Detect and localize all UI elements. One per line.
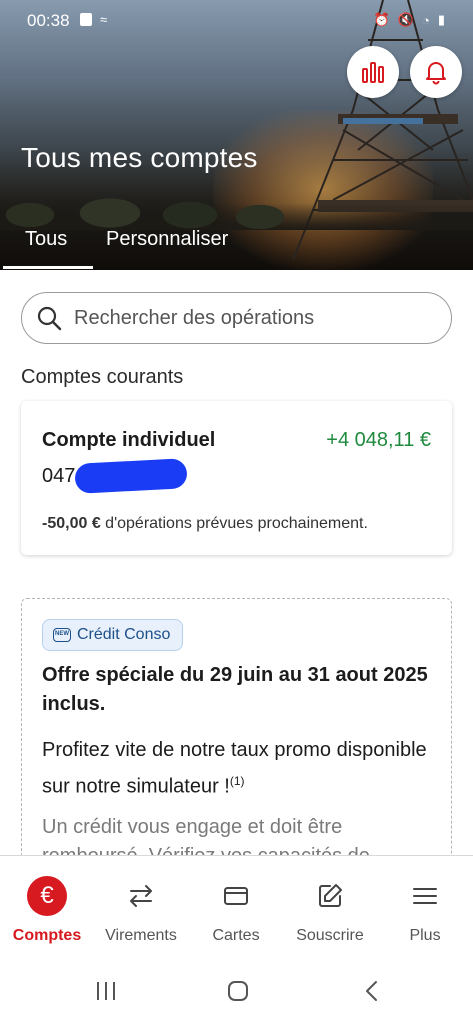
nav-label-souscrire: Souscrire bbox=[296, 927, 364, 944]
wifi-icon: ◔ bbox=[421, 12, 430, 28]
alarm-icon: ⏰ bbox=[373, 12, 390, 27]
nav-label-plus: Plus bbox=[409, 927, 441, 944]
nav-souscrire[interactable]: Souscrire bbox=[283, 856, 377, 956]
card-icon bbox=[224, 887, 248, 905]
nav-plus-icon-wrap bbox=[405, 876, 445, 916]
search-placeholder: Rechercher des opérations bbox=[74, 306, 315, 329]
stats-button[interactable] bbox=[347, 46, 399, 98]
upcoming-operations: -50,00 € d'opérations prévues prochainem… bbox=[42, 515, 368, 533]
bell-icon bbox=[426, 62, 446, 85]
menu-icon bbox=[413, 888, 437, 904]
promo-card[interactable]: NEW Crédit Conso Offre spéciale du 29 ju… bbox=[21, 598, 452, 888]
search-input[interactable]: Rechercher des opérations bbox=[21, 292, 452, 344]
account-balance: +4 048,11 € bbox=[326, 429, 431, 451]
home-icon[interactable] bbox=[226, 979, 250, 1003]
promo-badge: NEW Crédit Conso bbox=[42, 619, 184, 651]
redaction-mask bbox=[74, 458, 188, 494]
new-icon: NEW bbox=[53, 628, 71, 642]
status-bar: 00:38 ≈ ⏰ 🔇 ◔ ▮ bbox=[0, 0, 473, 40]
nav-souscrire-icon-wrap bbox=[310, 876, 350, 916]
transfer-icon bbox=[130, 885, 152, 907]
account-card[interactable]: Compte individuel +4 048,11 € 047 -50,00… bbox=[21, 401, 452, 555]
signal-wave-icon: ≈ bbox=[100, 12, 108, 27]
bar-chart-icon bbox=[362, 62, 384, 83]
promo-text: Profitez vite de notre taux promo dispon… bbox=[42, 735, 432, 803]
account-name: Compte individuel bbox=[42, 429, 216, 451]
euro-icon: € bbox=[27, 876, 67, 916]
nav-cartes[interactable]: Cartes bbox=[189, 856, 283, 956]
nav-comptes-icon-wrap: € bbox=[27, 876, 67, 916]
promo-title: Offre spéciale du 29 juin au 31 aout 202… bbox=[42, 664, 428, 715]
mute-icon: 🔇 bbox=[397, 12, 414, 27]
notifications-button[interactable] bbox=[410, 46, 462, 98]
section-title-comptes-courants: Comptes courants bbox=[21, 366, 184, 388]
nav-virements-icon-wrap bbox=[121, 876, 161, 916]
promo-footnote-ref: (1) bbox=[229, 774, 245, 788]
search-icon bbox=[37, 306, 62, 331]
nav-comptes[interactable]: € Comptes bbox=[0, 856, 94, 956]
upcoming-text: d'opérations prévues prochainement. bbox=[100, 515, 368, 532]
nav-label-comptes: Comptes bbox=[12, 927, 82, 944]
header-hero: 00:38 ≈ ⏰ 🔇 ◔ ▮ Tous mes comptes Tous Pe… bbox=[0, 0, 473, 270]
nav-label-virements: Virements bbox=[105, 927, 177, 944]
tab-personnaliser[interactable]: Personnaliser bbox=[106, 228, 228, 251]
active-tab-indicator bbox=[3, 266, 93, 269]
recent-apps-icon[interactable] bbox=[94, 979, 118, 1003]
page-title: Tous mes comptes bbox=[21, 142, 258, 173]
back-icon[interactable] bbox=[360, 979, 384, 1003]
status-time: 00:38 bbox=[27, 11, 70, 30]
system-navigation-bar bbox=[0, 955, 473, 1024]
promo-text-body: Profitez vite de notre taux promo dispon… bbox=[42, 739, 427, 798]
bottom-navigation: € Comptes Virements Cartes Souscrire Plu… bbox=[0, 855, 473, 955]
nav-label-cartes: Cartes bbox=[212, 927, 260, 944]
upcoming-amount: -50,00 € bbox=[42, 515, 101, 532]
status-right-icons: ⏰ 🔇 ◔ ▮ bbox=[374, 12, 445, 28]
notification-icon bbox=[80, 13, 92, 26]
account-number: 047 bbox=[42, 465, 76, 487]
battery-icon: ▮ bbox=[437, 12, 445, 27]
nav-virements[interactable]: Virements bbox=[94, 856, 188, 956]
nav-plus[interactable]: Plus bbox=[378, 856, 472, 956]
tab-tous[interactable]: Tous bbox=[25, 228, 67, 251]
status-left-icons: ≈ bbox=[80, 12, 107, 27]
edit-icon bbox=[319, 884, 342, 907]
tabs-bar: Tous Personnaliser bbox=[0, 222, 473, 270]
promo-badge-label: Crédit Conso bbox=[77, 626, 171, 643]
nav-cartes-icon-wrap bbox=[216, 876, 256, 916]
